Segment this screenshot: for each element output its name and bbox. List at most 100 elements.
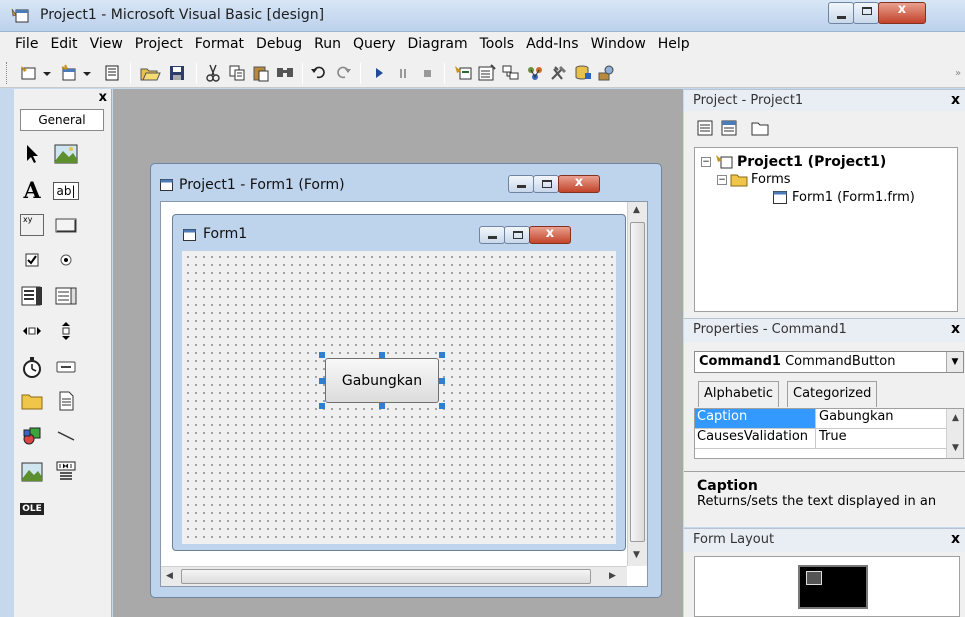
form1-window[interactable]: Form1 x Gabungkan (172, 214, 626, 551)
scroll-down-icon[interactable]: ▼ (633, 550, 640, 560)
form1-client-grid[interactable]: Gabungkan (182, 251, 616, 544)
data-view-button[interactable] (572, 63, 594, 83)
menu-add-ins[interactable]: Add-Ins (520, 32, 584, 52)
cut-button[interactable] (202, 63, 224, 83)
designer-minimize-button[interactable] (508, 175, 534, 193)
designer-maximize-button[interactable] (533, 175, 559, 193)
toolbox-tab-general[interactable]: General (20, 109, 104, 131)
menu-format[interactable]: Format (189, 32, 250, 52)
object-browser-button[interactable] (524, 63, 546, 83)
frame-tool[interactable]: xy (18, 211, 46, 239)
add-project-button[interactable] (18, 63, 54, 83)
menu-project[interactable]: Project (129, 32, 189, 52)
scroll-right-icon[interactable]: ▶ (609, 571, 616, 581)
open-project-button[interactable] (138, 63, 162, 83)
project-explorer-button[interactable] (452, 63, 474, 83)
textbox-tool[interactable]: ab| (52, 177, 80, 205)
resize-handle[interactable] (379, 403, 385, 409)
command1-button[interactable]: Gabungkan (325, 358, 439, 403)
copy-button[interactable] (226, 63, 248, 83)
resize-handle[interactable] (439, 352, 445, 358)
object-selector[interactable]: Command1 CommandButton ▼ (694, 351, 964, 373)
tree-node-form1[interactable]: Form1 (Form1.frm) (773, 190, 915, 205)
view-code-button[interactable] (696, 119, 716, 139)
menu-view[interactable]: View (84, 32, 129, 52)
scroll-up-icon[interactable]: ▲ (633, 205, 640, 215)
hscrollbar-tool[interactable] (18, 317, 46, 345)
component-manager-button[interactable] (596, 63, 618, 83)
end-button[interactable] (416, 63, 438, 83)
resize-handle[interactable] (379, 352, 385, 358)
data-tool[interactable] (52, 458, 80, 486)
form-layout-button[interactable] (500, 63, 522, 83)
designer-vertical-scrollbar[interactable]: ▲ ▼ (627, 202, 647, 566)
toolbar-overflow-icon[interactable]: » (953, 63, 963, 83)
label-tool[interactable]: A (18, 177, 46, 205)
menu-tools[interactable]: Tools (474, 32, 521, 52)
menu-debug[interactable]: Debug (250, 32, 308, 52)
start-button[interactable] (368, 63, 390, 83)
property-value[interactable]: Gabungkan (816, 409, 894, 428)
project-explorer-close-icon[interactable]: x (951, 92, 960, 108)
designer-close-button[interactable]: x (558, 175, 600, 193)
ole-tool[interactable]: OLE (18, 490, 46, 518)
save-project-button[interactable] (166, 63, 188, 83)
picturebox-tool[interactable] (52, 140, 80, 168)
resize-handle[interactable] (319, 403, 325, 409)
toggle-folders-button[interactable] (750, 119, 770, 139)
menu-editor-button[interactable] (101, 63, 123, 83)
scroll-down-icon[interactable]: ▼ (952, 443, 959, 453)
resize-handle[interactable] (439, 378, 445, 384)
scroll-up-icon[interactable]: ▲ (952, 413, 959, 423)
maximize-button[interactable] (853, 2, 879, 24)
menu-window[interactable]: Window (585, 32, 652, 52)
tab-categorized[interactable]: Categorized (787, 381, 878, 407)
undo-button[interactable] (308, 63, 330, 83)
listbox-tool[interactable] (52, 282, 80, 310)
line-tool[interactable] (52, 422, 80, 450)
menu-help[interactable]: Help (652, 32, 696, 52)
toolbox-close-icon[interactable]: x (99, 90, 107, 105)
view-object-button[interactable] (720, 119, 740, 139)
redo-button[interactable] (332, 63, 354, 83)
image-tool[interactable] (18, 458, 46, 486)
dirlistbox-tool[interactable] (18, 387, 46, 415)
chevron-down-icon[interactable]: ▼ (946, 352, 963, 372)
scroll-left-icon[interactable]: ◀ (166, 571, 173, 581)
vertical-scroll-thumb[interactable] (630, 222, 645, 542)
vscrollbar-tool[interactable] (52, 317, 80, 345)
close-button[interactable]: x (878, 2, 926, 24)
break-button[interactable] (392, 63, 414, 83)
drivelistbox-tool[interactable] (52, 353, 80, 381)
commandbutton-tool[interactable] (52, 211, 80, 239)
menu-file[interactable]: File (13, 32, 44, 52)
property-row-caption[interactable]: Caption Gabungkan (695, 409, 947, 429)
toolbox-button[interactable] (548, 63, 570, 83)
paste-button[interactable] (250, 63, 272, 83)
horizontal-scroll-thumb[interactable] (181, 569, 591, 584)
checkbox-tool[interactable] (18, 246, 46, 274)
filelistbox-tool[interactable] (52, 387, 80, 415)
menu-query[interactable]: Query (347, 32, 402, 52)
properties-close-icon[interactable]: x (951, 321, 960, 337)
resize-handle[interactable] (319, 378, 325, 384)
property-value[interactable]: True (816, 429, 847, 448)
toolbar-grip[interactable] (6, 62, 9, 84)
form-position-preview[interactable] (806, 571, 822, 585)
optionbutton-tool[interactable] (52, 246, 80, 274)
menu-run[interactable]: Run (308, 32, 347, 52)
shape-tool[interactable] (18, 422, 46, 450)
resize-handle[interactable] (439, 403, 445, 409)
form-layout-close-icon[interactable]: x (951, 531, 960, 547)
add-form-button[interactable] (58, 63, 94, 83)
tree-node-forms[interactable]: − Forms (717, 172, 791, 187)
pointer-tool[interactable] (18, 140, 46, 168)
menu-edit[interactable]: Edit (44, 32, 83, 52)
collapse-toggle-icon[interactable]: − (717, 174, 727, 185)
combobox-tool[interactable] (18, 282, 46, 310)
minimize-button[interactable] (828, 2, 854, 24)
find-button[interactable] (274, 63, 296, 83)
menu-diagram[interactable]: Diagram (402, 32, 474, 52)
timer-tool[interactable] (18, 353, 46, 381)
property-row-causesvalidation[interactable]: CausesValidation True (695, 429, 947, 449)
